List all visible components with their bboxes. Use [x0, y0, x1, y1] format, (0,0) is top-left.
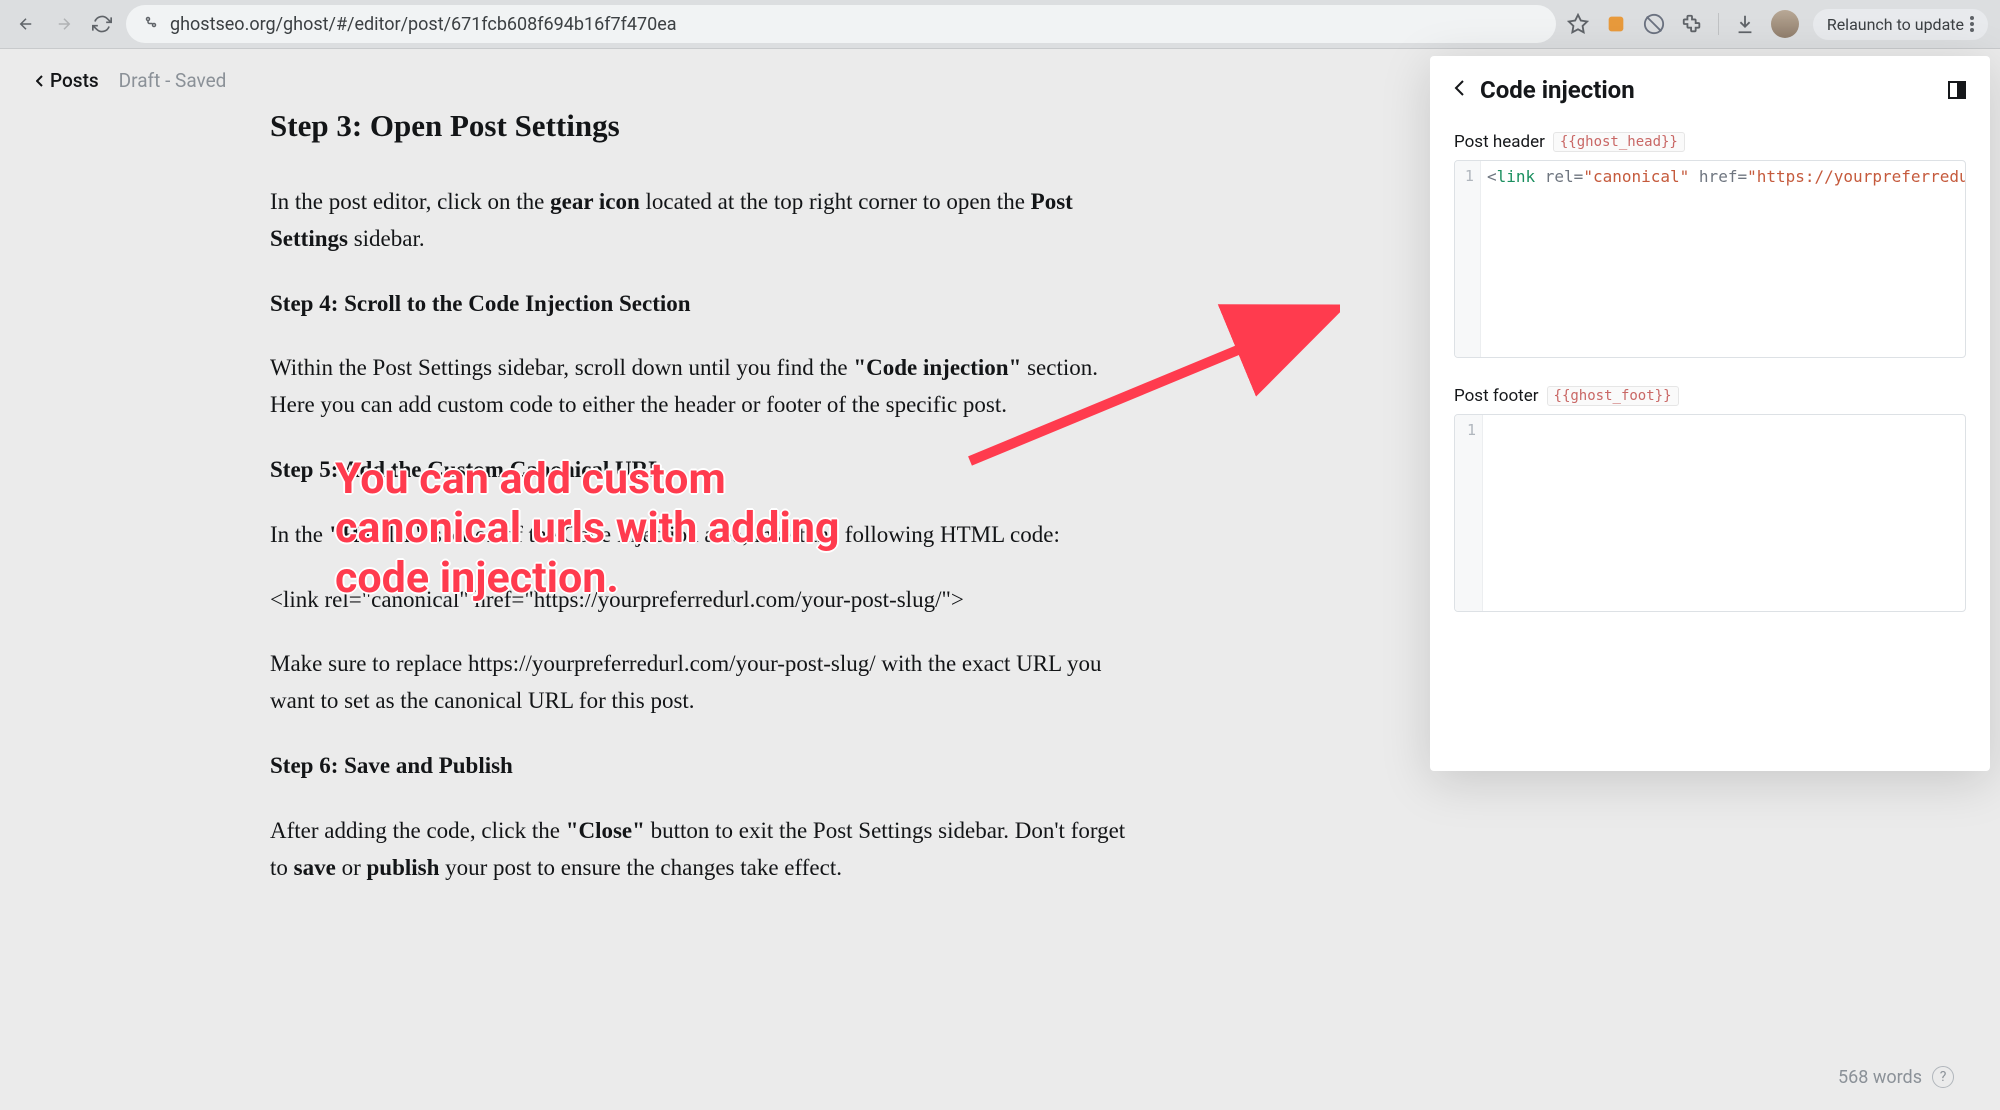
panel-title: Code injection: [1480, 76, 1635, 104]
posts-back-link[interactable]: Posts: [36, 69, 99, 92]
paragraph: After adding the code, click the "Close"…: [270, 813, 1130, 887]
reload-button[interactable]: [88, 10, 116, 38]
url-text: ghostseo.org/ghost/#/editor/post/671fcb6…: [170, 14, 677, 35]
extensions-puzzle-icon[interactable]: [1680, 12, 1704, 36]
relaunch-button[interactable]: Relaunch to update: [1813, 9, 1988, 40]
download-icon[interactable]: [1733, 12, 1757, 36]
paragraph: Make sure to replace https://yourpreferr…: [270, 646, 1130, 720]
site-info-icon[interactable]: [142, 13, 160, 35]
post-header-label: Post header {{ghost_head}}: [1454, 132, 1966, 152]
paragraph: Within the Post Settings sidebar, scroll…: [270, 350, 1130, 424]
extension-icon-1[interactable]: [1604, 12, 1628, 36]
post-body[interactable]: In the post editor, click on the gear ic…: [0, 144, 1400, 886]
maximize-icon[interactable]: [1948, 81, 1966, 99]
word-count: 568 words ?: [1838, 1066, 1954, 1088]
code-injection-panel: Code injection Post header {{ghost_head}…: [1430, 56, 1990, 771]
step-heading: Step 4: Scroll to the Code Injection Sec…: [270, 286, 1130, 323]
line-gutter: 1: [1455, 161, 1481, 357]
ghost-foot-tag: {{ghost_foot}}: [1547, 386, 1679, 406]
extension-icon-2[interactable]: [1642, 12, 1666, 36]
back-button[interactable]: [12, 10, 40, 38]
profile-avatar[interactable]: [1771, 10, 1799, 38]
post-footer-editor[interactable]: 1: [1454, 414, 1966, 612]
bookmark-icon[interactable]: [1566, 12, 1590, 36]
code-content[interactable]: <link rel="canonical" href="https://your…: [1481, 161, 1965, 357]
draft-status: Draft - Saved: [119, 69, 227, 92]
line-gutter: 1: [1455, 415, 1483, 611]
code-line: <link rel="canonical" href="https://your…: [270, 582, 1130, 619]
address-bar[interactable]: ghostseo.org/ghost/#/editor/post/671fcb6…: [126, 5, 1556, 43]
panel-back-button[interactable]: [1454, 78, 1466, 102]
post-header-editor[interactable]: 1 <link rel="canonical" href="https://yo…: [1454, 160, 1966, 358]
browser-toolbar: ghostseo.org/ghost/#/editor/post/671fcb6…: [0, 0, 2000, 49]
step-heading: Step 5: Add the Custom Canonical URL: [270, 452, 1130, 489]
paragraph: In the post editor, click on the gear ic…: [270, 184, 1130, 258]
code-content[interactable]: [1483, 415, 1489, 611]
post-footer-label: Post footer {{ghost_foot}}: [1454, 386, 1966, 406]
step-heading: Step 6: Save and Publish: [270, 748, 1130, 785]
help-icon[interactable]: ?: [1932, 1066, 1954, 1088]
ghost-head-tag: {{ghost_head}}: [1553, 132, 1685, 152]
paragraph: In the "Header" section of the Code Inje…: [270, 517, 1130, 554]
forward-button[interactable]: [50, 10, 78, 38]
